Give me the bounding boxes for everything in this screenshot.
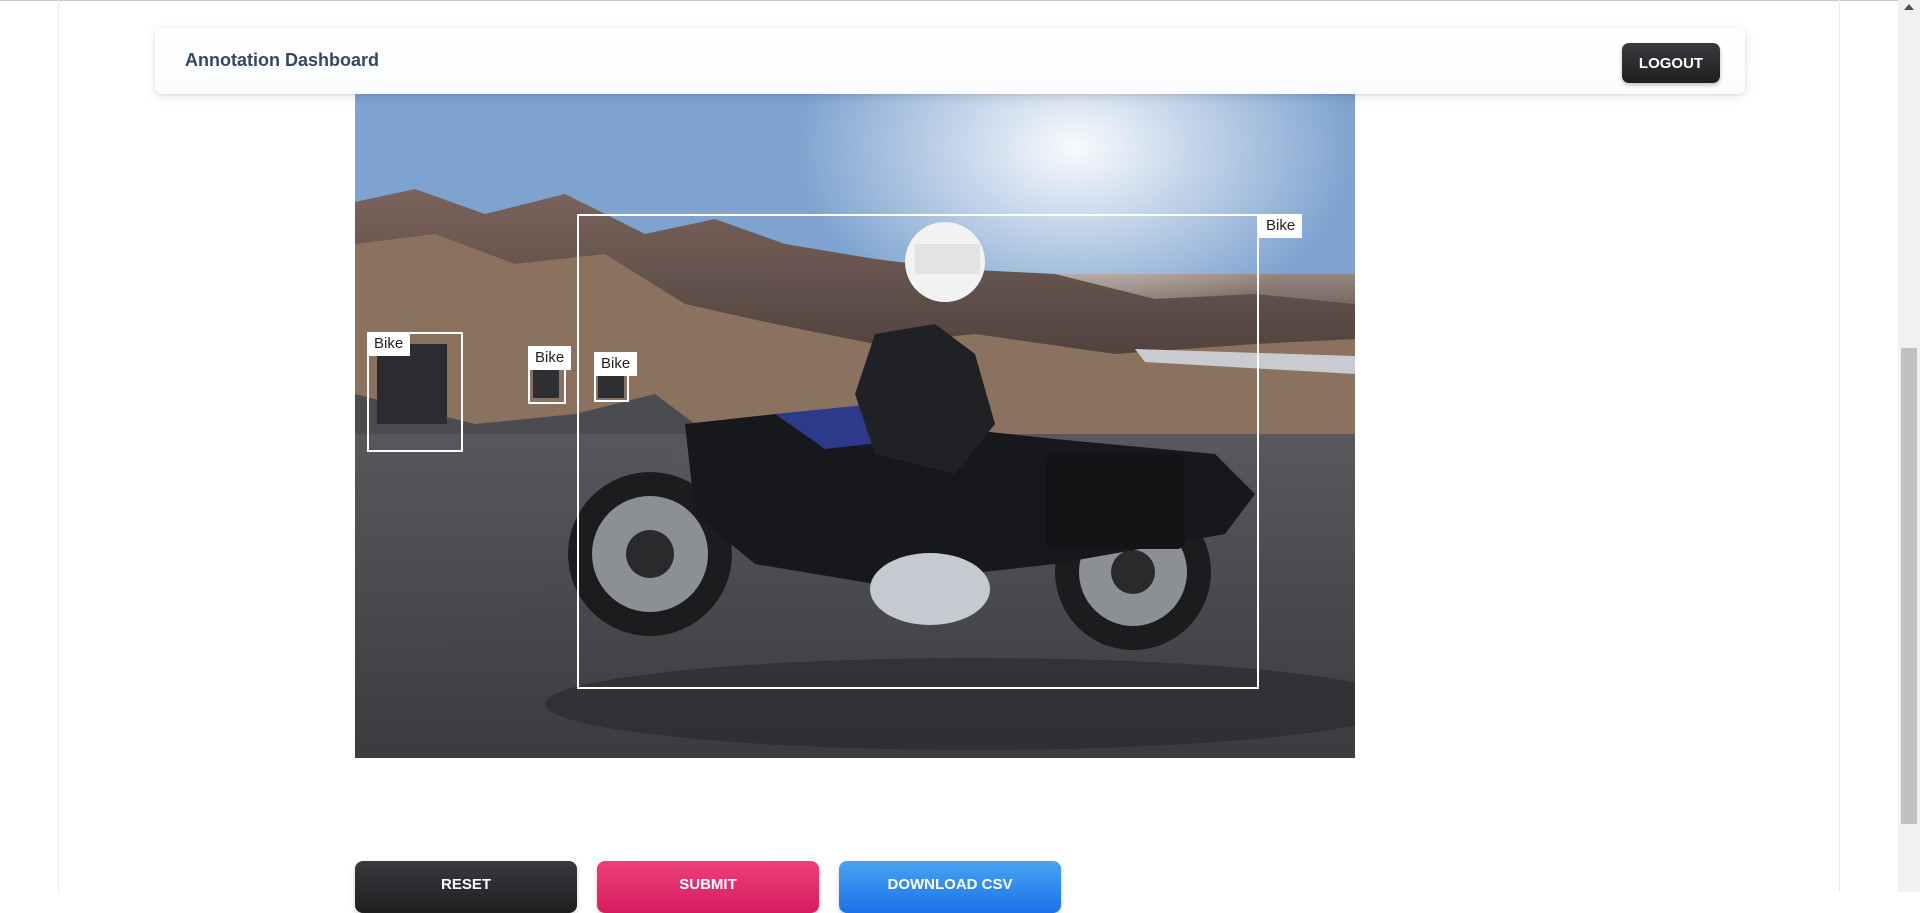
reset-button[interactable]: RESET <box>355 861 577 913</box>
vertical-scrollbar[interactable] <box>1898 0 1920 892</box>
scroll-up-arrow-icon[interactable] <box>1904 4 1914 10</box>
download-csv-button[interactable]: DOWNLOAD CSV <box>839 861 1061 913</box>
window-top-border <box>0 0 1898 1</box>
bounding-box-label: Bike <box>528 346 572 370</box>
top-navbar: Annotation Dashboard LOGOUT <box>155 28 1745 94</box>
app-title: Annotation Dashboard <box>185 50 379 70</box>
logout-button[interactable]: LOGOUT <box>1622 43 1720 83</box>
page-container-left-edge <box>58 0 59 892</box>
bounding-box-label: Bike <box>594 352 638 376</box>
bounding-box-main-bike[interactable] <box>577 214 1259 689</box>
page-container-right-edge <box>1839 0 1840 892</box>
annotation-image-canvas[interactable]: Bike Bike Bike Bike <box>355 94 1355 758</box>
submit-button[interactable]: SUBMIT <box>597 861 819 913</box>
bounding-box-label: Bike <box>367 332 411 356</box>
bounding-box-label: Bike <box>1259 214 1303 238</box>
scrollbar-thumb[interactable] <box>1901 348 1917 824</box>
